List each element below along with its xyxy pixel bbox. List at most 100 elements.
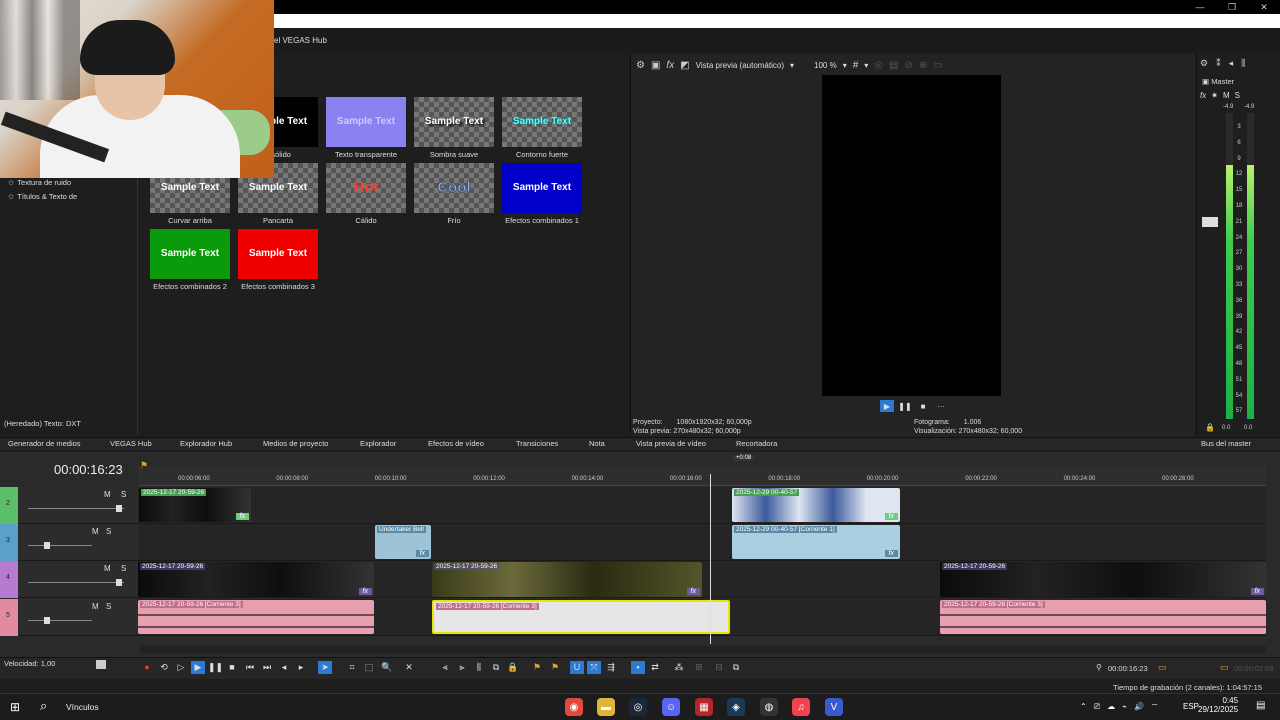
track-volume-slider[interactable] — [28, 545, 92, 546]
track-volume-slider[interactable] — [28, 620, 92, 621]
chevron-down-icon[interactable]: ▾ — [790, 61, 794, 70]
track-solo-button[interactable]: S — [121, 564, 126, 573]
audio-clip[interactable]: Undertaker Bell fx — [375, 525, 431, 559]
video-clip[interactable]: 2025-12-29 00-40-57 fx — [732, 488, 900, 522]
tree-item-titles-text[interactable]: ✩ Títulos & Texto de — [8, 192, 77, 201]
overlays-icon[interactable]: ⊘ — [904, 60, 912, 71]
grid-icon[interactable]: # — [853, 60, 859, 71]
pause-icon[interactable]: ❚❚ — [208, 661, 223, 674]
envelope-tool-icon[interactable]: ⌗ — [345, 661, 359, 674]
tree-item-noise-texture[interactable]: ✩ Textura de ruido — [8, 178, 71, 187]
split-screen-icon[interactable]: ◩ — [680, 60, 689, 71]
track-volume-handle[interactable] — [116, 505, 122, 512]
tab-transitions[interactable]: Transiciones — [516, 439, 558, 448]
steam-icon[interactable]: ◎ — [629, 698, 647, 716]
ripple-edit-icon[interactable]: ⇶ — [604, 661, 618, 674]
taskbar-clock[interactable]: 0:45 29/12/2025 — [1198, 696, 1238, 714]
marker-flag-icon[interactable]: ⚑ — [140, 460, 148, 471]
track-volume-slider[interactable] — [28, 508, 124, 509]
preset-combo1[interactable]: Sample Text Efectos combinados 1 — [501, 163, 583, 225]
preview-quality-dropdown[interactable]: Vista previa (automático) — [696, 61, 784, 70]
lock-icon[interactable]: 🔒 — [506, 661, 520, 674]
chrome-icon[interactable]: ◉ — [565, 698, 583, 716]
vegas-icon[interactable]: V — [825, 698, 843, 716]
track-volume-handle[interactable] — [44, 542, 50, 549]
snapping-icon[interactable]: U — [570, 661, 584, 674]
taskbar-search-label[interactable]: Vínculos — [66, 702, 99, 712]
steam-alt-icon[interactable]: ◈ — [727, 698, 745, 716]
render-icon[interactable]: ⧉ — [729, 661, 743, 674]
play-icon[interactable]: ▶ — [880, 400, 894, 412]
lock-envelopes-icon[interactable]: ▪ — [631, 661, 645, 674]
pause-icon[interactable]: ❚❚ — [898, 400, 912, 412]
video-clip[interactable]: 2025-12-17 20-59-26 fx — [138, 562, 374, 597]
track-lane[interactable] — [138, 524, 1266, 561]
master-fader-handle[interactable] — [1202, 217, 1218, 227]
master-solo-button[interactable]: S — [1235, 91, 1240, 100]
external-monitor-icon[interactable]: ▣ — [651, 60, 660, 71]
notifications-icon[interactable]: ▤ — [1256, 700, 1265, 711]
downmix-icon[interactable]: ⁑ — [1216, 58, 1221, 69]
tab-video-preview[interactable]: Vista previa de vídeo — [636, 439, 706, 448]
wifi-icon[interactable]: ⌔ — [1151, 702, 1159, 712]
tab-video-fx[interactable]: Efectos de vídeo — [428, 439, 484, 448]
zoom-tool-icon[interactable]: 🔍 — [380, 661, 394, 674]
language-indicator[interactable]: ESP — [1183, 702, 1199, 711]
file-explorer-icon[interactable]: ▬ — [597, 698, 615, 716]
track-header[interactable] — [0, 599, 138, 636]
normal-edit-tool-icon[interactable]: ➤ — [318, 661, 332, 674]
preset-hot[interactable]: Hot Cálido — [325, 163, 407, 225]
go-to-start-icon[interactable]: ⏮ — [243, 661, 257, 674]
record-icon[interactable]: ● — [140, 661, 154, 674]
previous-frame-icon[interactable]: ◂ — [277, 661, 291, 674]
minimize-button[interactable]: — — [1184, 0, 1216, 14]
tab-media-generator[interactable]: Generador de medios — [8, 439, 81, 448]
audio-clip-selected[interactable]: 2025-12-17 20-59-26 [Corriente 3] — [432, 600, 730, 634]
track-lane[interactable] — [138, 487, 1266, 524]
master-mute-button[interactable]: M — [1223, 91, 1230, 100]
onedrive-icon[interactable]: ☁ — [1107, 702, 1115, 712]
obs-icon[interactable]: ◍ — [760, 698, 778, 716]
tab-trimmer[interactable]: Recortadora — [736, 439, 777, 448]
zoom-dropdown[interactable]: 100 % — [814, 61, 837, 70]
gear-icon[interactable]: ⚙ — [636, 60, 645, 71]
restore-button[interactable]: ❐ — [1216, 0, 1248, 14]
speed-slider-handle[interactable] — [96, 660, 106, 669]
track-solo-button[interactable]: S — [106, 602, 111, 611]
track-volume-handle[interactable] — [116, 579, 122, 586]
mute-icon[interactable]: ◂ — [1229, 58, 1234, 69]
insert-region-icon[interactable]: ⚑ — [548, 661, 562, 674]
preset-combo2[interactable]: Sample Text Efectos combinados 2 — [149, 229, 231, 291]
tab-project-media[interactable]: Medios de proyecto — [263, 439, 328, 448]
video-clip[interactable]: 2025-12-17 20-59-26 fx — [139, 488, 251, 522]
copy-snapshot-icon[interactable]: ▤ — [889, 60, 898, 71]
search-icon[interactable]: ⌕ — [40, 698, 47, 714]
audio-clip[interactable]: 2025-12-29 00-40-57 [Corriente 1] fx — [732, 525, 900, 559]
tab-vegas-hub[interactable]: VEGAS Hub — [110, 439, 152, 448]
close-button[interactable]: ✕ — [1248, 0, 1280, 14]
go-to-end-icon[interactable]: ⏭ — [260, 661, 274, 674]
mixer-icon[interactable]: ⫼ — [1241, 58, 1245, 69]
preset-outline[interactable]: Sample Text Contorno fuerte — [501, 97, 583, 159]
trim-end-icon[interactable]: ⫸ — [455, 661, 469, 674]
lock-icon[interactable]: 🔒 — [1205, 423, 1215, 432]
event-crop-icon[interactable]: ⊟ — [712, 661, 726, 674]
stop-icon[interactable]: ■ — [916, 400, 930, 412]
chevron-down-icon[interactable]: ▾ — [864, 61, 868, 70]
play-icon[interactable]: ▶ — [191, 661, 205, 674]
track-mute-button[interactable]: M — [92, 602, 99, 611]
selection-tool-icon[interactable]: ⬚ — [362, 661, 376, 674]
music-icon[interactable]: ♫ — [792, 698, 810, 716]
video-fx-icon[interactable]: fx — [666, 60, 674, 71]
ignore-grouping-icon[interactable]: ⇄ — [648, 661, 662, 674]
tab-hub-explorer[interactable]: Explorador Hub — [180, 439, 232, 448]
play-from-start-icon[interactable]: ▷ — [174, 661, 188, 674]
discord-icon[interactable]: ☺ — [662, 698, 680, 716]
safe-area-icon[interactable]: ⊕ — [919, 60, 927, 71]
track-solo-button[interactable]: S — [106, 527, 111, 536]
preset-shadow[interactable]: Sample Text Sombra suave — [413, 97, 495, 159]
timeline-cursor[interactable] — [710, 474, 711, 644]
trim-start-icon[interactable]: ⫷ — [438, 661, 452, 674]
track-volume-slider[interactable] — [28, 582, 124, 583]
next-frame-icon[interactable]: ▸ — [294, 661, 308, 674]
